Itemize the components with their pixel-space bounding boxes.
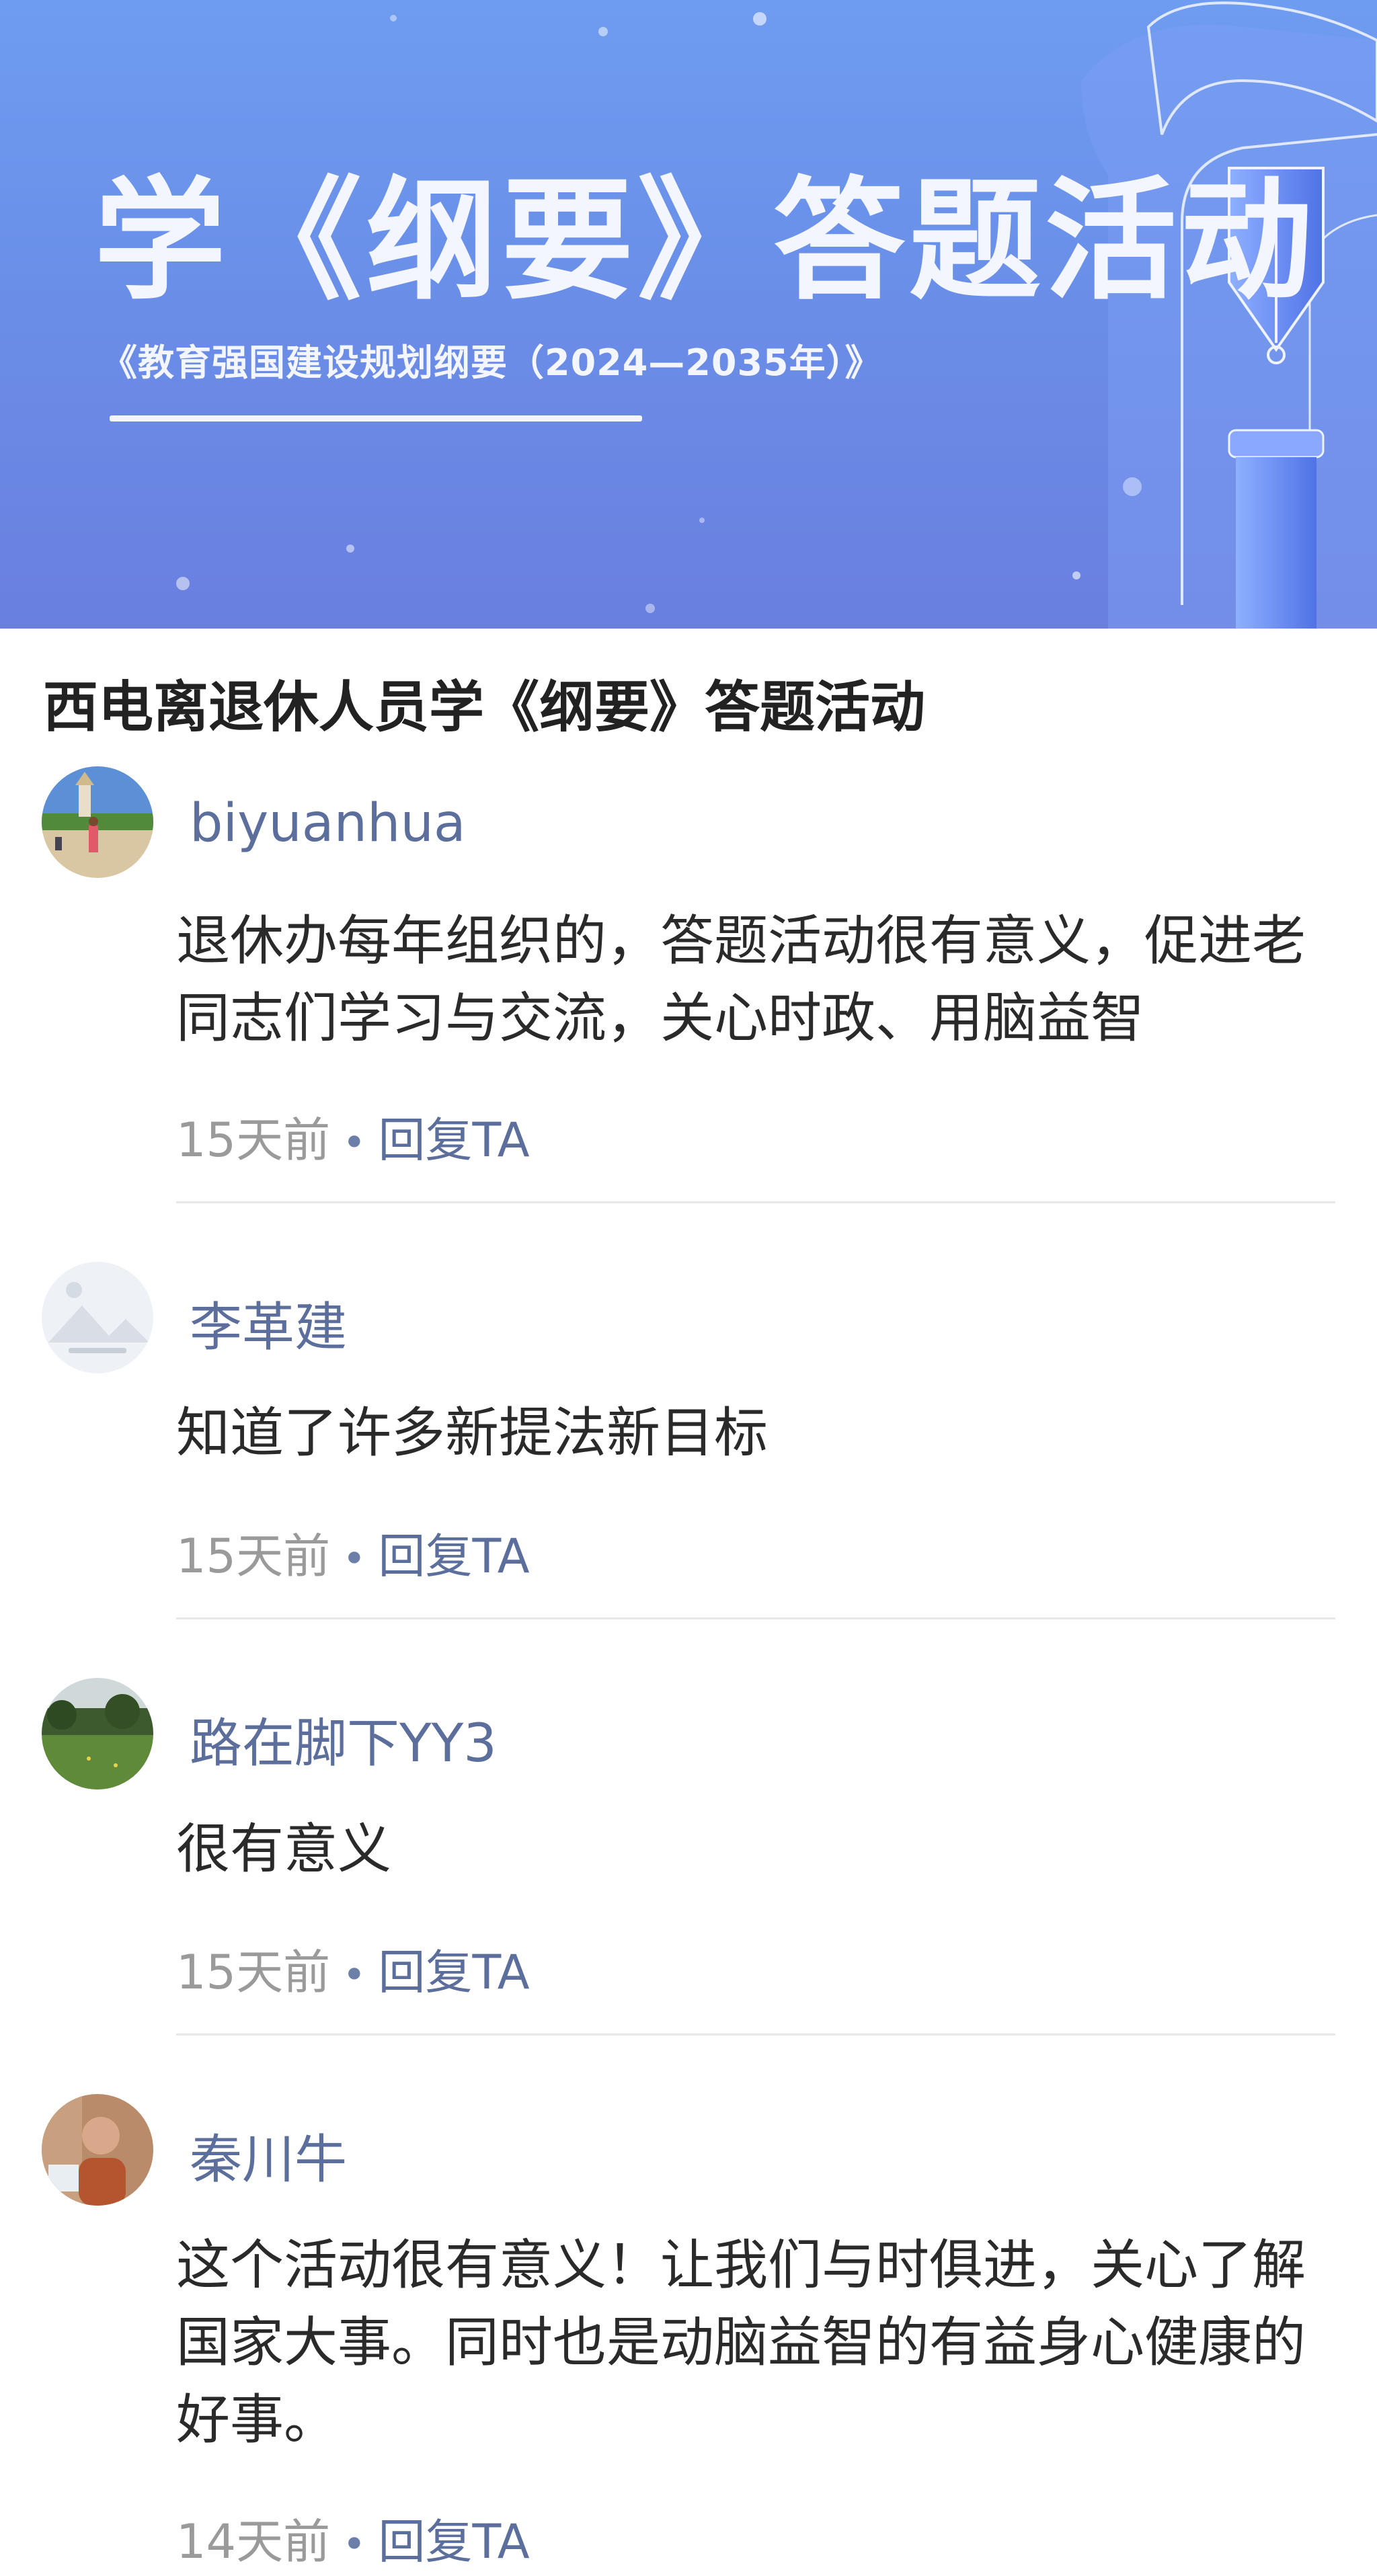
banner-underline: [110, 415, 642, 421]
reply-link[interactable]: 回复TA: [378, 1529, 529, 1584]
comment-text: 很有意义: [176, 1818, 391, 1880]
meta-separator: •: [342, 1119, 366, 1166]
comment-time: 15天前: [176, 1113, 331, 1168]
comment-text: 知道了许多新提法新目标: [176, 1402, 768, 1464]
banner-image: 学《纲要》答题活动 《教育强国建设规划纲要（2024—2035年）》: [0, 0, 1377, 629]
user-avatar[interactable]: [42, 1262, 153, 1373]
user-avatar[interactable]: [42, 1678, 153, 1789]
comment-meta: 15天前 • 回复TA: [176, 1519, 530, 1586]
comment-meta: 14天前 • 回复TA: [176, 2504, 530, 2572]
comment-username[interactable]: 路在脚下YY3: [190, 1701, 497, 1777]
meta-separator: •: [342, 1535, 366, 1582]
reply-link[interactable]: 回复TA: [378, 1113, 529, 1168]
comment-time: 14天前: [176, 2514, 331, 2569]
user-avatar[interactable]: [42, 2094, 153, 2206]
comment-meta: 15天前 • 回复TA: [176, 1935, 530, 2003]
divider: [176, 2034, 1335, 2036]
banner-title: 学《纲要》答题活动: [94, 163, 1317, 318]
meta-separator: •: [342, 1951, 366, 1999]
user-avatar[interactable]: [42, 766, 153, 878]
comment-time: 15天前: [176, 1945, 331, 2000]
reply-link[interactable]: 回复TA: [378, 1945, 529, 2000]
divider: [176, 1201, 1335, 1203]
divider: [176, 1617, 1335, 1619]
comment-meta: 15天前 • 回复TA: [176, 1102, 530, 1170]
image-placeholder-avatar: [42, 1262, 153, 1373]
meta-separator: •: [342, 2521, 366, 2568]
comment-time: 15天前: [176, 1529, 331, 1584]
comment-username[interactable]: biyuanhua: [190, 793, 466, 854]
post-title: 西电离退休人员学《纲要》答题活动: [43, 676, 926, 739]
comment-text: 这个活动很有意义！让我们与时俱进，关心了解国家大事。同时也是动脑益智的有益身心健…: [176, 2234, 1306, 2451]
comment-username[interactable]: 秦川牛: [190, 2118, 347, 2193]
banner-subtitle: 《教育强国建设规划纲要（2024—2035年）》: [101, 341, 882, 384]
beach-photo-avatar: [42, 766, 153, 878]
reply-link[interactable]: 回复TA: [378, 2514, 529, 2569]
comment-username[interactable]: 李革建: [190, 1285, 347, 1361]
comment-text: 退休办每年组织的，答题活动很有意义，促进老同志们学习与交流，关心时政、用脑益智: [176, 910, 1306, 1049]
person-photo-avatar: [42, 2094, 153, 2206]
landscape-photo-avatar: [42, 1678, 153, 1789]
